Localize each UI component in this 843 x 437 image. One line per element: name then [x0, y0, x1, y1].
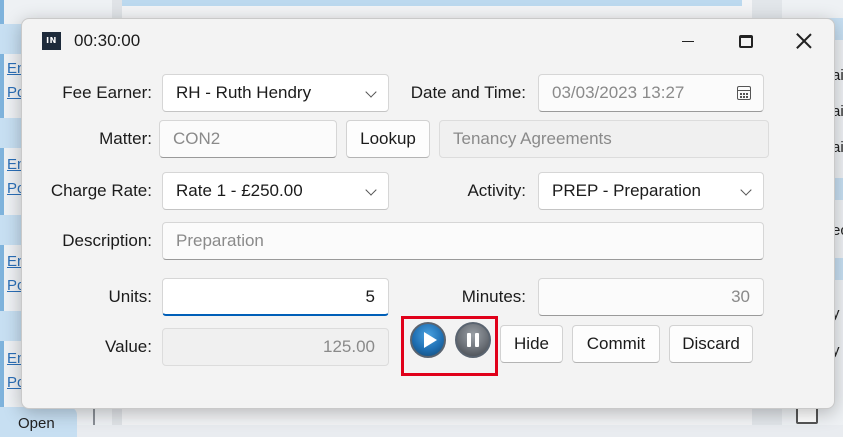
minimize-icon [682, 40, 694, 42]
close-button[interactable] [781, 25, 827, 57]
calendar-icon [737, 86, 751, 100]
value-label: Value: [105, 337, 152, 356]
value-display: 125.00 [162, 328, 389, 366]
minutes-label: Minutes: [461, 287, 526, 306]
date-time-value: 03/03/2023 13:27 [552, 83, 685, 102]
date-time-label: Date and Time: [410, 83, 526, 102]
description-input[interactable]: Preparation [162, 222, 764, 260]
matter-name-display: Tenancy Agreements [439, 120, 769, 158]
play-icon [423, 332, 437, 348]
pause-icon [467, 333, 479, 347]
matter-input[interactable]: CON2 [159, 120, 337, 158]
chevron-down-icon [365, 184, 377, 196]
commit-button[interactable]: Commit [572, 325, 660, 363]
charge-rate-label: Charge Rate: [50, 181, 152, 200]
time-entry-dialog: IN 00:30:00 Fee Earner: RH - Ruth Hendry… [21, 18, 835, 409]
lookup-button[interactable]: Lookup [346, 120, 430, 158]
title-bar[interactable]: IN 00:30:00 [22, 19, 834, 63]
fee-earner-label: Fee Earner: [62, 83, 152, 102]
hide-button[interactable]: Hide [500, 325, 563, 363]
units-label: Units: [108, 287, 152, 306]
start-timer-button[interactable] [410, 322, 446, 358]
fee-earner-value: RH - Ruth Hendry [176, 83, 312, 102]
close-icon [796, 33, 812, 49]
description-label: Description: [62, 231, 152, 250]
background-open-tab[interactable]: Open [0, 407, 77, 437]
activity-label: Activity: [467, 181, 526, 200]
minimize-button[interactable] [665, 25, 711, 57]
background-header-bar [122, 0, 742, 6]
charge-rate-value: Rate 1 - £250.00 [176, 181, 303, 200]
app-icon: IN [42, 32, 61, 50]
maximize-button[interactable] [723, 25, 769, 57]
activity-value: PREP - Preparation [552, 181, 701, 200]
discard-button[interactable]: Discard [669, 325, 753, 363]
chevron-down-icon [365, 86, 377, 98]
fee-earner-select[interactable]: RH - Ruth Hendry [162, 74, 389, 112]
minutes-input[interactable]: 30 [538, 278, 764, 316]
charge-rate-select[interactable]: Rate 1 - £250.00 [162, 172, 389, 210]
matter-label: Matter: [99, 129, 152, 148]
background-left-rail [0, 0, 4, 425]
units-input[interactable]: 5 [162, 278, 389, 316]
window-title: 00:30:00 [74, 31, 141, 50]
pause-timer-button[interactable] [455, 322, 491, 358]
chevron-down-icon [740, 184, 752, 196]
maximize-icon [739, 34, 753, 48]
date-time-picker[interactable]: 03/03/2023 13:27 [538, 74, 764, 112]
activity-select[interactable]: PREP - Preparation [538, 172, 764, 210]
